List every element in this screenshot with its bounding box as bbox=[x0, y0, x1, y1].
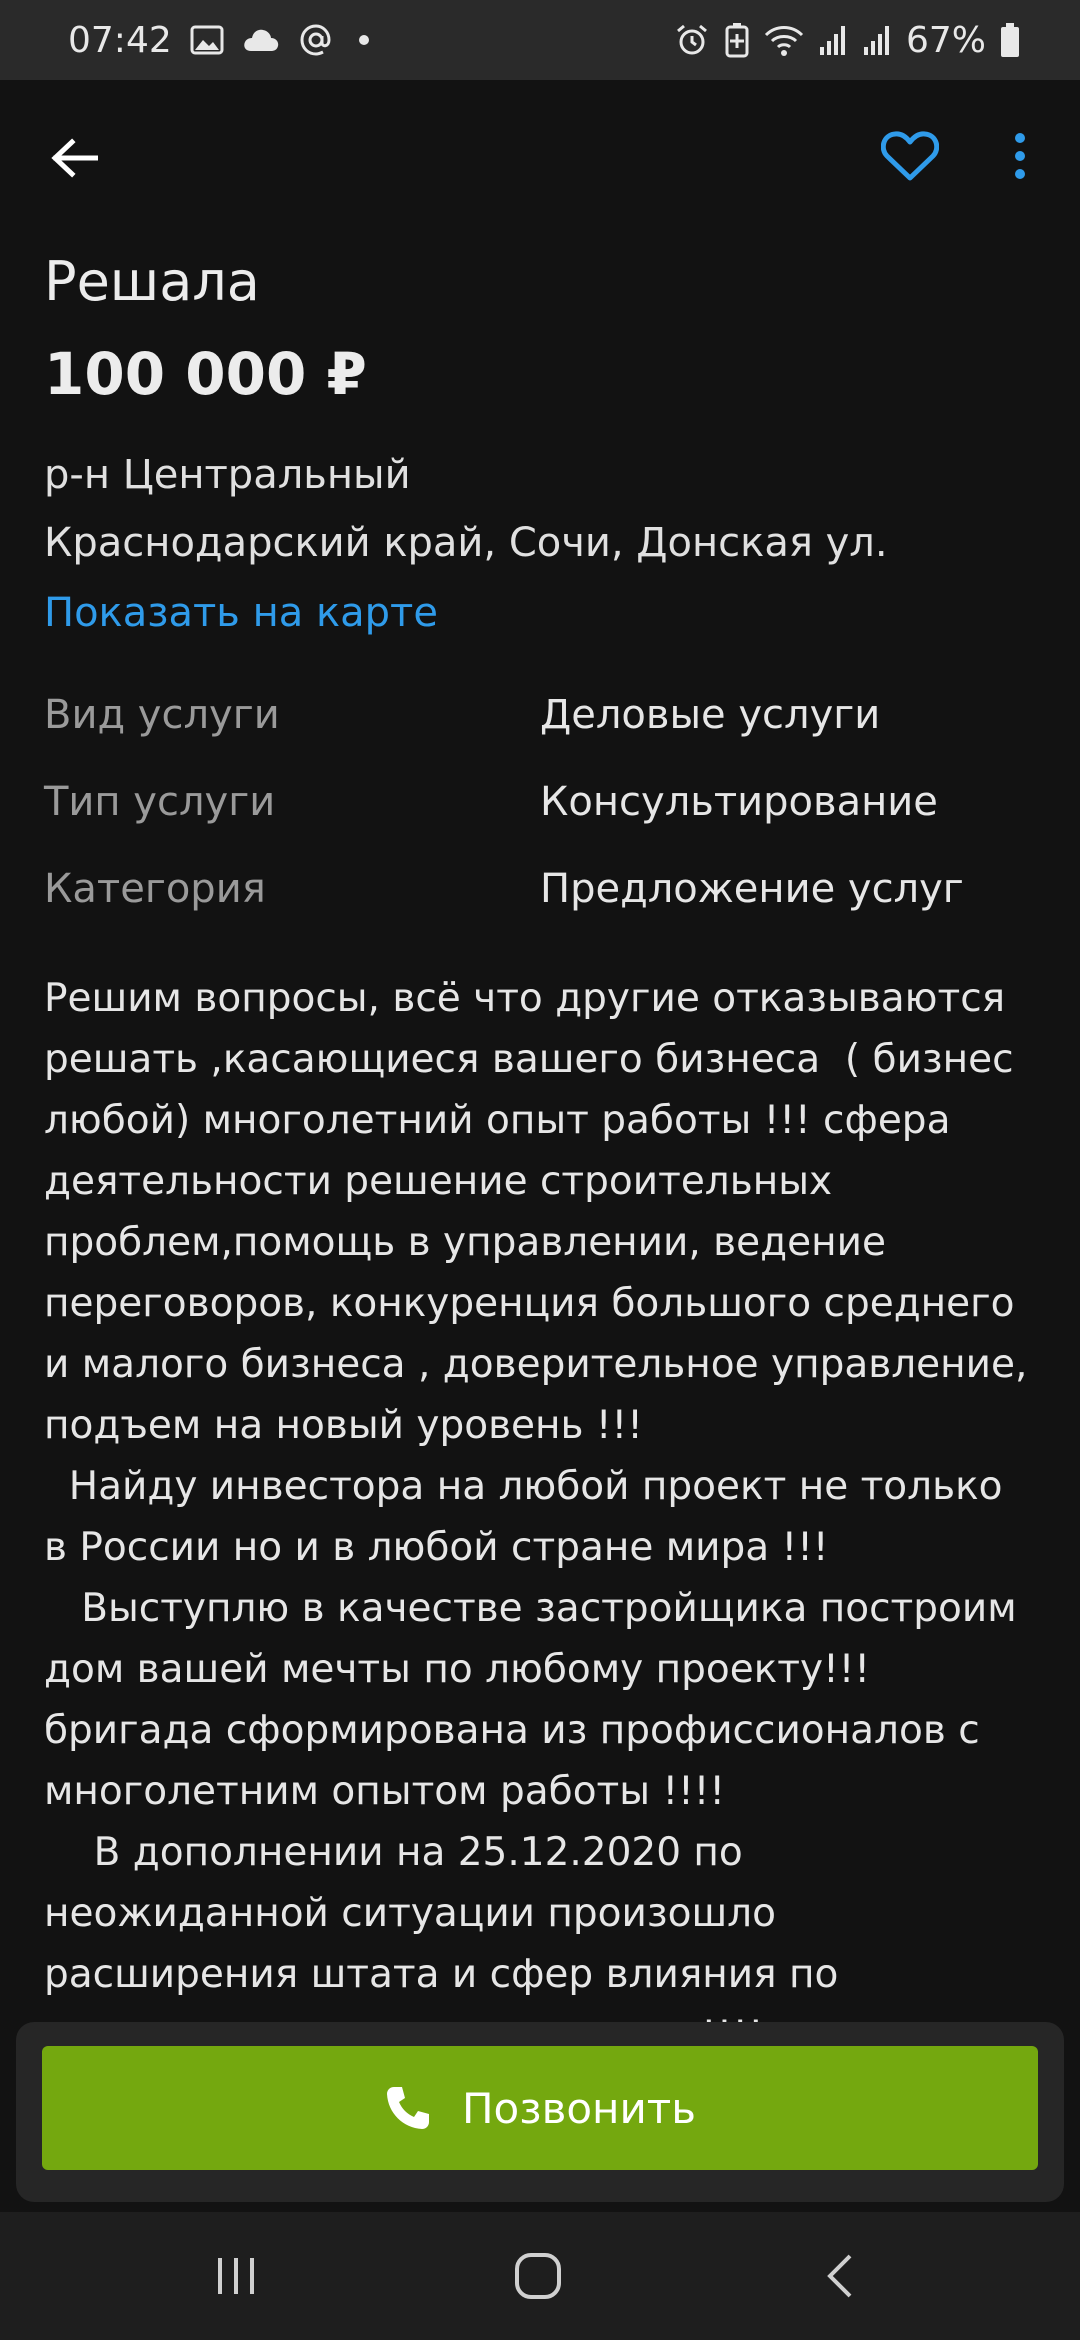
wifi-icon bbox=[764, 23, 804, 57]
more-vert-icon bbox=[1015, 133, 1025, 179]
property-value: Предложение услуг bbox=[540, 866, 964, 912]
nav-back-button[interactable] bbox=[790, 2234, 890, 2318]
call-button-label: Позвонить bbox=[461, 2083, 697, 2133]
status-left: 07:42 bbox=[68, 20, 376, 61]
call-button[interactable]: Позвонить bbox=[42, 2046, 1038, 2170]
battery-icon bbox=[1000, 22, 1020, 58]
listing-title: Решала bbox=[44, 250, 260, 313]
property-label: Тип услуги bbox=[44, 779, 276, 825]
alarm-icon bbox=[674, 22, 710, 58]
property-row: Вид услуги Деловые услуги bbox=[44, 692, 1044, 779]
show-on-map-link[interactable]: Показать на карте bbox=[44, 590, 438, 636]
recents-button[interactable] bbox=[186, 2234, 286, 2318]
signal-icon bbox=[862, 23, 892, 57]
battery-saver-icon bbox=[724, 22, 750, 58]
status-time: 07:42 bbox=[68, 19, 172, 61]
system-nav-bar bbox=[0, 2212, 1080, 2340]
back-arrow-icon bbox=[51, 138, 98, 178]
screen: 07:42 67% Решала 100 000 ₽ р-н Центральн… bbox=[0, 0, 1080, 2340]
phone-icon bbox=[386, 2087, 429, 2129]
recents-icon bbox=[218, 2258, 254, 2294]
property-row: Категория Предложение услуг bbox=[44, 866, 1044, 953]
listing-price: 100 000 ₽ bbox=[44, 340, 367, 408]
app-bar bbox=[0, 80, 1080, 230]
at-icon bbox=[298, 22, 334, 58]
status-bar: 07:42 67% bbox=[0, 0, 1080, 80]
more-options-button[interactable] bbox=[990, 116, 1050, 196]
home-icon bbox=[515, 2253, 561, 2299]
listing-description: Решим вопросы, всё что другие отказывают… bbox=[44, 976, 1028, 2180]
nav-back-icon bbox=[827, 2254, 852, 2298]
listing-address: Краснодарский край, Сочи, Донская ул. bbox=[44, 520, 888, 566]
dot-icon bbox=[352, 28, 376, 52]
listing-district: р-н Центральный bbox=[44, 452, 411, 498]
status-right: 67% bbox=[674, 20, 1020, 61]
property-label: Вид услуги bbox=[44, 692, 280, 738]
property-row: Тип услуги Консультирование bbox=[44, 779, 1044, 866]
back-button[interactable] bbox=[38, 122, 110, 194]
heart-icon bbox=[881, 131, 939, 181]
property-label: Категория bbox=[44, 866, 266, 912]
property-value: Консультирование bbox=[540, 779, 938, 825]
image-icon bbox=[190, 25, 224, 55]
properties-list: Вид услуги Деловые услуги Тип услуги Кон… bbox=[44, 692, 1044, 953]
cloud-icon bbox=[242, 27, 280, 53]
call-panel: Позвонить bbox=[16, 2022, 1064, 2202]
signal-icon bbox=[818, 23, 848, 57]
favorite-button[interactable] bbox=[870, 116, 950, 196]
property-value: Деловые услуги bbox=[540, 692, 881, 738]
battery-percent: 67% bbox=[905, 19, 986, 61]
home-button[interactable] bbox=[488, 2234, 588, 2318]
